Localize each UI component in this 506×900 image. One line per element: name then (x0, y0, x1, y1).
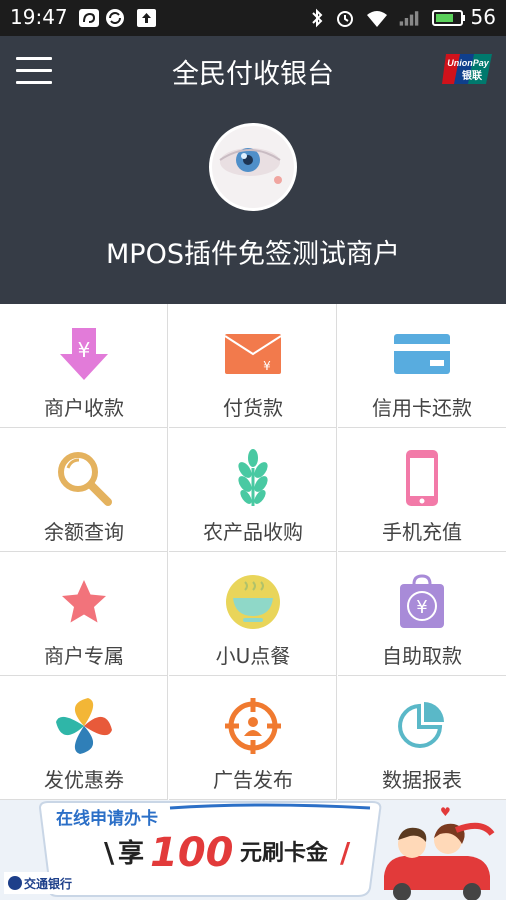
unionpay-logo: UnionPay 银联 (442, 54, 492, 84)
menu-item-credit-repay[interactable]: 信用卡还款 (338, 304, 506, 428)
status-time: 19:47 (10, 5, 68, 29)
star-icon (62, 580, 106, 623)
phone-icon (406, 450, 438, 506)
alarm-icon (337, 11, 353, 27)
bowl-icon (226, 575, 280, 629)
menu-item-balance-query[interactable]: 余额查询 (0, 428, 168, 552)
banner-amount: 100 (150, 830, 234, 876)
eye-photo-icon (212, 126, 294, 208)
svg-text:/: / (340, 836, 351, 869)
svg-text:银联: 银联 (462, 69, 482, 82)
menu-item-farm-purchase[interactable]: 农产品收购 (169, 428, 337, 552)
merchant-avatar[interactable] (209, 123, 297, 211)
banner-prefix: 享 (118, 838, 144, 869)
menu-item-label: 广告发布 (213, 768, 293, 792)
yuan-bag-icon: ¥ (400, 574, 444, 628)
menu-item-label: 信用卡还款 (372, 396, 472, 420)
menu-item-data-report[interactable]: 数据报表 (338, 676, 506, 800)
promo-banner[interactable]: 在线申请办卡 \ 享 100 元刷卡金 / 交通银行 ♥ (0, 800, 506, 900)
pinwheel-icon (56, 698, 112, 754)
promo-banner-art: 在线申请办卡 \ 享 100 元刷卡金 / 交通银行 ♥ (0, 800, 506, 900)
menu-item-order-food[interactable]: 小U点餐 (169, 552, 337, 676)
svg-text:UnionPay: UnionPay (447, 58, 490, 68)
sync-icon (106, 9, 124, 27)
status-bar: 19:47 56 (0, 0, 506, 36)
target-icon (225, 698, 281, 754)
yuan-download-icon: ¥ (60, 328, 108, 380)
battery-level: 56 (470, 5, 496, 29)
svg-text:\: \ (104, 836, 115, 869)
menu-item-self-withdraw[interactable]: ¥ 自助取款 (338, 552, 506, 676)
wheat-icon (238, 449, 268, 506)
menu-item-label: 手机充值 (382, 520, 462, 544)
menu-item-label: 余额查询 (44, 520, 124, 544)
credit-card-icon (394, 334, 450, 374)
menu-item-issue-coupon[interactable]: 发优惠券 (0, 676, 168, 800)
menu-item-publish-ad[interactable]: 广告发布 (169, 676, 337, 800)
function-grid: ¥ 商户收款 ¥ 付货款 信用卡还款 余额查询 农产品收购 手机充值 商户专属 … (0, 304, 506, 800)
banner-bank: 交通银行 (24, 876, 72, 891)
wifi-icon (367, 11, 387, 27)
menu-item-merchant-collect[interactable]: ¥ 商户收款 (0, 304, 168, 428)
battery-icon (432, 10, 465, 26)
menu-item-label: 商户专属 (44, 644, 124, 668)
menu-item-label: 自助取款 (382, 644, 462, 668)
menu-item-label: 付货款 (223, 396, 283, 420)
merchant-name: MPOS插件免签测试商户 (106, 239, 400, 270)
menu-item-label: 商户收款 (44, 396, 124, 420)
banner-suffix: 元刷卡金 (240, 840, 329, 866)
menu-item-phone-topup[interactable]: 手机充值 (338, 428, 506, 552)
menu-item-merchant-exclusive[interactable]: 商户专属 (0, 552, 168, 676)
signal-icon (399, 11, 419, 26)
menu-item-label: 发优惠券 (44, 768, 124, 792)
menu-item-pay-goods[interactable]: ¥ 付货款 (169, 304, 337, 428)
pie-chart-icon (398, 702, 444, 748)
header: 全民付收银台 UnionPay 银联 MPOS插件免签测试商户 (0, 36, 506, 304)
svg-text:¥: ¥ (78, 338, 91, 362)
page-title: 全民付收银台 (172, 59, 334, 90)
uc-app-icon (79, 9, 99, 27)
menu-item-label: 数据报表 (382, 768, 462, 792)
upload-icon (137, 9, 156, 27)
banner-line1: 在线申请办卡 (56, 808, 158, 829)
envelope-icon: ¥ (224, 334, 282, 374)
menu-item-label: 小U点餐 (215, 644, 291, 668)
svg-text:¥: ¥ (263, 359, 271, 373)
magnifier-icon (58, 452, 112, 506)
menu-item-label: 农产品收购 (203, 520, 303, 544)
svg-text:♥: ♥ (440, 805, 451, 819)
svg-text:¥: ¥ (416, 597, 427, 618)
bluetooth-icon (312, 8, 323, 28)
